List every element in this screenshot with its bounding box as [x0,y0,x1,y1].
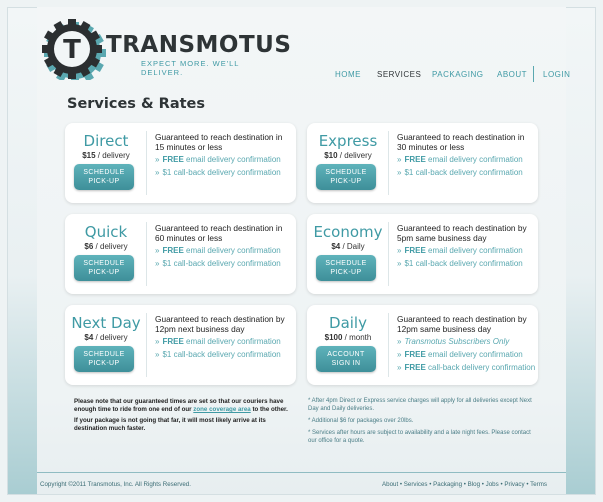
nav-about[interactable]: ABOUT [497,70,527,79]
nav-login[interactable]: LOGIN [543,70,570,79]
feature-item: » FREE email delivery confirmation [155,155,281,164]
service-description: Guaranteed to reach destination by 12pm … [397,314,527,334]
zone-coverage-link[interactable]: zone coverage area [193,406,250,413]
feature-item: » $1 call-back delivery confirmation [155,350,281,359]
feature-item: » $1 call-back delivery confirmation [397,259,523,268]
chevron-right-icon: » [397,155,402,164]
surcharge-note: * After 4pm Direct or Express service ch… [308,398,532,412]
feature-item: » FREE email delivery confirmation [397,350,523,359]
service-description: Guaranteed to reach destination in 15 mi… [155,132,283,152]
feature-item: » FREE email delivery confirmation [155,246,281,255]
chevron-right-icon: » [397,337,402,346]
footer-link-packaging[interactable]: Packaging [433,481,462,488]
service-description: Guaranteed to reach destination by 12pm … [155,314,285,334]
chevron-right-icon: » [397,363,402,372]
service-card-daily: Daily $100 / month ACCOUNT SIGN IN Guaran… [307,305,538,385]
service-price: $15 / delivery [82,151,130,160]
weight-note: * Additional $6 for packages over 20lbs. [308,418,414,424]
service-price: $6 / delivery [84,242,128,251]
chevron-right-icon: » [155,168,160,177]
service-name: Next Day [71,314,141,332]
service-description: Guaranteed to reach destination in 30 mi… [397,132,525,152]
card-divider [388,313,389,377]
service-card-express: Express $10 / delivery SCHEDULE PICK-UP G… [307,123,538,203]
feature-item: » Transmotus Subscribers Only [397,337,510,346]
page-title: Services & Rates [67,96,205,112]
site-logo[interactable]: T TRANSMOTUS EXPECT MORE. WE'LL DELIVER. [40,18,291,80]
chevron-right-icon: » [397,259,402,268]
account-sign-in-button[interactable]: ACCOUNT SIGN IN [316,346,376,372]
copyright: Copyright ©2011 Transmotus, Inc. All Rig… [40,481,191,488]
gear-logo-icon: T [42,19,106,80]
chevron-right-icon: » [155,259,160,268]
card-divider [388,131,389,195]
chevron-right-icon: » [155,155,160,164]
guarantee-note: Please note that our guaranteed times ar… [74,398,288,413]
footer-link-about[interactable]: About [382,481,398,488]
nav-packaging[interactable]: PACKAGING [432,70,483,79]
service-price: $100 / month [324,333,372,342]
brand-tagline: EXPECT MORE. WE'LL DELIVER. [141,59,240,77]
feature-item: » $1 call-back delivery confirmation [155,168,281,177]
feature-item: » FREE email delivery confirmation [397,155,523,164]
footer-links: About • Services • Packaging • Blog • Jo… [382,481,547,488]
logo-letter: T [63,35,81,65]
schedule-pickup-button[interactable]: SCHEDULE PICK-UP [74,346,134,372]
service-price: $10 / delivery [324,151,372,160]
nav-divider [533,66,534,82]
service-name: Economy [313,223,383,241]
card-divider [146,222,147,286]
service-description: Guaranteed to reach destination by 5pm s… [397,223,527,243]
footer-link-privacy[interactable]: Privacy [504,481,524,488]
footer-link-jobs[interactable]: Jobs [486,481,499,488]
footer-divider [37,472,566,473]
schedule-pickup-button[interactable]: SCHEDULE PICK-UP [74,255,134,281]
chevron-right-icon: » [155,246,160,255]
chevron-right-icon: » [397,350,402,359]
card-divider [388,222,389,286]
service-price: $4 / Daily [331,242,365,251]
service-name: Quick [84,223,128,241]
service-price: $4 / delivery [84,333,128,342]
card-divider [146,313,147,377]
schedule-pickup-button[interactable]: SCHEDULE PICK-UP [74,164,134,190]
service-card-next-day: Next Day $4 / delivery SCHEDULE PICK-UP G… [65,305,296,385]
nav-services[interactable]: SERVICES [377,70,421,79]
chevron-right-icon: » [397,246,402,255]
delivery-note: If your package is not going that far, i… [74,417,266,432]
footer-link-terms[interactable]: Terms [530,481,547,488]
feature-item: » FREE email delivery confirmation [155,337,281,346]
chevron-right-icon: » [397,168,402,177]
schedule-pickup-button[interactable]: SCHEDULE PICK-UP [316,164,376,190]
schedule-pickup-button[interactable]: SCHEDULE PICK-UP [316,255,376,281]
service-card-economy: Economy $4 / Daily SCHEDULE PICK-UP Guara… [307,214,538,294]
chevron-right-icon: » [155,350,160,359]
service-description: Guaranteed to reach destination in 60 mi… [155,223,283,243]
brand-name: TRANSMOTUS [106,32,292,58]
after-hours-note: * Services after hours are subject to av… [308,430,531,444]
footer-link-services[interactable]: Services [404,481,428,488]
service-name: Daily [329,314,367,332]
feature-item: » $1 call-back delivery confirmation [155,259,281,268]
card-divider [146,131,147,195]
nav-home[interactable]: HOME [335,70,361,79]
service-name: Direct [83,132,129,150]
chevron-right-icon: » [155,337,160,346]
service-name: Express [318,132,378,150]
feature-item: » FREE email delivery confirmation [397,246,523,255]
service-card-direct: Direct $15 / delivery SCHEDULE PICK-UP Gu… [65,123,296,203]
feature-item: » FREE call-back delivery confirmation [397,363,536,372]
footer-link-blog[interactable]: Blog [468,481,480,488]
service-card-quick: Quick $6 / delivery SCHEDULE PICK-UP Guar… [65,214,296,294]
feature-item: » $1 call-back delivery confirmation [397,168,523,177]
